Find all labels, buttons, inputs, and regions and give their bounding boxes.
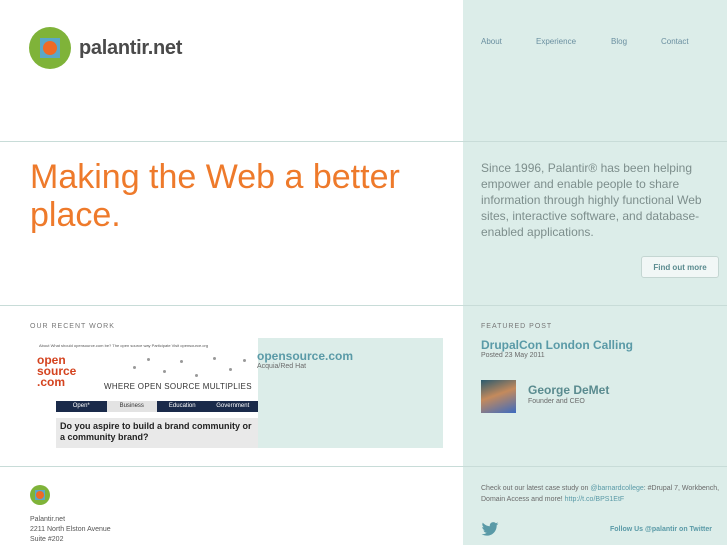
screenshot-tab: Education <box>168 403 196 409</box>
find-out-more-button[interactable]: Find out more <box>641 256 719 278</box>
featured-post-date: Posted 23 May 2011 <box>481 352 545 359</box>
screenshot-logo: open source .com <box>37 353 77 389</box>
recent-work-label: OUR RECENT WORK <box>30 323 115 330</box>
intro-text: Since 1996, Palantir® has been helping e… <box>481 161 702 239</box>
featured-post-title-link[interactable]: DrupalCon London Calling <box>481 338 633 352</box>
work-client: Acquia/Red Hat <box>257 363 307 370</box>
tweet-url-link[interactable]: http://t.co/BPS1EtF <box>565 496 625 503</box>
featured-post-label: FEATURED POST <box>481 323 553 330</box>
nav-item-blog[interactable]: Blog <box>611 37 627 46</box>
nav-item-about[interactable]: About <box>481 37 502 46</box>
author-avatar[interactable] <box>481 380 516 413</box>
tweet-mention-link[interactable]: @barnardcollege <box>590 485 643 492</box>
author-role: Founder and CEO <box>528 398 585 405</box>
work-screenshot[interactable]: About What should opensource.com be? The… <box>30 338 258 448</box>
footer-address: Palantir.net 2211 North Elston Avenue Su… <box>30 516 111 543</box>
screenshot-tabs: Open* Business Education Government <box>56 401 258 412</box>
author-name-link[interactable]: George DeMet <box>528 383 609 397</box>
screenshot-nav: About What should opensource.com be? The… <box>39 343 209 348</box>
latest-tweet: Check out our latest case study on @barn… <box>481 485 720 503</box>
screenshot-tab: Open* <box>72 403 90 409</box>
divider <box>0 466 727 467</box>
nav-item-experience[interactable]: Experience <box>536 37 576 46</box>
dandelion-seeds-image <box>125 354 255 382</box>
recent-work-card[interactable]: About What should opensource.com be? The… <box>30 338 443 448</box>
divider <box>0 141 727 142</box>
footer-logo-icon <box>30 485 50 505</box>
work-title-link[interactable]: opensource.com <box>257 349 353 363</box>
screenshot-tab: Government <box>216 403 250 409</box>
palantir-logo-icon <box>29 27 71 69</box>
nav-item-contact[interactable]: Contact <box>661 37 689 46</box>
divider <box>0 305 727 306</box>
follow-twitter-link[interactable]: Follow Us @palantir on Twitter <box>610 526 712 533</box>
site-logo[interactable]: palantir.net <box>29 27 182 69</box>
screenshot-tagline: WHERE OPEN SOURCE MULTIPLIES <box>104 382 252 391</box>
screenshot-tab: Business <box>106 401 157 412</box>
screenshot-question: Do you aspire to build a brand community… <box>56 418 258 448</box>
twitter-bird-icon[interactable] <box>481 522 499 536</box>
hero-headline: Making the Web a better place. <box>30 158 400 234</box>
brand-name: palantir.net <box>79 36 183 59</box>
